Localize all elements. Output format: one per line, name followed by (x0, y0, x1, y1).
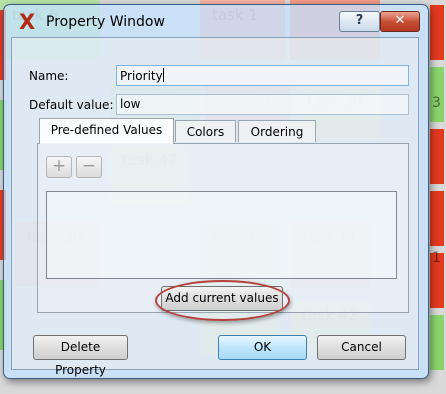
button-label: OK (253, 340, 272, 354)
default-value-field[interactable]: low (116, 94, 409, 115)
property-window: X Property Window ? ✕ Name: Priority Def… (3, 4, 429, 379)
background-digit: 1 (432, 250, 441, 266)
button-label: Delete Property (55, 340, 106, 377)
default-value: low (120, 97, 141, 111)
tab-label: Pre-defined Values (50, 123, 163, 137)
ok-button[interactable]: OK (218, 335, 307, 360)
background-side-strip (430, 191, 444, 246)
minus-icon: − (81, 156, 97, 176)
close-icon: ✕ (394, 13, 406, 28)
tab-predefined-values[interactable]: Pre-defined Values (39, 118, 174, 144)
help-button[interactable]: ? (339, 11, 380, 32)
cancel-button[interactable]: Cancel (317, 335, 406, 360)
name-field[interactable]: Priority (116, 65, 409, 86)
highlight-annotation (155, 280, 290, 321)
values-list[interactable] (46, 191, 397, 279)
background-side-strip (430, 129, 444, 184)
delete-property-button[interactable]: Delete Property (33, 335, 128, 377)
add-value-button[interactable]: + (46, 156, 72, 178)
window-title: Property Window (46, 14, 165, 30)
help-icon: ? (355, 13, 364, 28)
name-value: Priority (120, 69, 163, 83)
title-bar[interactable]: X Property Window ? ✕ (4, 5, 428, 37)
text-caret (162, 68, 164, 82)
button-label: Cancel (341, 340, 382, 354)
tab-label: Colors (186, 125, 225, 139)
tab-ordering[interactable]: Ordering (238, 120, 316, 142)
background-digit: 3 (432, 95, 441, 111)
name-label: Name: (29, 69, 69, 83)
plus-icon: + (51, 156, 67, 176)
remove-value-button[interactable]: − (76, 156, 102, 178)
background-side-strip (430, 315, 444, 370)
background-side-strip (430, 5, 444, 60)
default-value-label: Default value: (29, 98, 114, 112)
app-logo-icon: X (19, 10, 36, 34)
tab-label: Ordering (250, 125, 304, 139)
tab-colors[interactable]: Colors (175, 120, 236, 142)
close-button[interactable]: ✕ (380, 11, 420, 32)
